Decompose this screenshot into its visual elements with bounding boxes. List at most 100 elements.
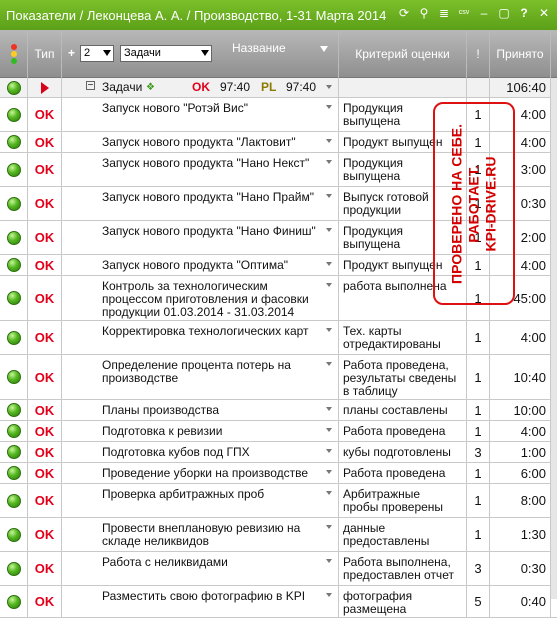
table-row[interactable]: OK Планы производства планы составлены 1 10:… bbox=[0, 400, 557, 421]
table-row[interactable]: OK Разместить свою фотографию в KPI фотогр… bbox=[0, 586, 557, 618]
chevron-down-icon[interactable] bbox=[326, 449, 332, 453]
row-accepted: 10:40 bbox=[490, 355, 551, 399]
row-name[interactable]: Подготовка к ревизии bbox=[102, 425, 324, 438]
collapse-icon[interactable]: − bbox=[86, 81, 95, 91]
row-type: OK bbox=[28, 463, 62, 483]
table-row[interactable]: OK Проверка арбитражных проб Арбитражные п… bbox=[0, 484, 557, 518]
row-name[interactable]: Запуск нового продукта "Нано Прайм" bbox=[102, 191, 324, 204]
chevron-down-icon[interactable] bbox=[326, 85, 332, 89]
chevron-down-icon[interactable] bbox=[326, 491, 332, 495]
status-dot-icon bbox=[6, 370, 21, 384]
chevron-down-icon[interactable] bbox=[326, 105, 332, 109]
filter-select-value: Задачи bbox=[124, 47, 161, 59]
table-row[interactable]: OK Определение процента потерь на произво… bbox=[0, 355, 557, 400]
chevron-down-icon[interactable] bbox=[326, 593, 332, 597]
chevron-down-icon[interactable] bbox=[326, 428, 332, 432]
row-name[interactable]: Корректировка технологических карт bbox=[102, 325, 324, 338]
row-name[interactable]: Провести внеплановую ревизию на складе н… bbox=[102, 522, 324, 548]
row-accepted: 0:40 bbox=[490, 586, 551, 617]
status-dot-icon bbox=[6, 107, 21, 122]
row-name[interactable]: Подготовка кубов под ГПХ bbox=[102, 446, 324, 459]
row-name[interactable]: Проверка арбитражных проб bbox=[102, 488, 324, 501]
titlebar-icons: ⟳ ⚲ ≣ csv – ▢ ? ✕ bbox=[397, 6, 551, 20]
table-row[interactable]: OK Корректировка технологических карт Тех.… bbox=[0, 321, 557, 355]
row-name[interactable]: Планы производства bbox=[102, 404, 324, 417]
list-icon[interactable]: ≣ bbox=[437, 6, 451, 20]
row-type: OK bbox=[28, 355, 62, 399]
group-ok-time: 97:40 bbox=[220, 80, 251, 94]
expand-plus-icon[interactable]: + bbox=[68, 46, 75, 60]
chevron-down-icon[interactable] bbox=[326, 160, 332, 164]
group-ok-label: OK bbox=[192, 80, 210, 94]
status-dot-icon bbox=[6, 162, 21, 177]
diamond-icon: ❖ bbox=[146, 82, 155, 93]
table-row[interactable]: OK Работа с неликвидами Работа выполнена, … bbox=[0, 552, 557, 586]
row-name[interactable]: Определение процента потерь на производс… bbox=[102, 359, 324, 385]
row-name[interactable]: Запуск нового продукта "Оптима" bbox=[102, 259, 324, 272]
filter-select[interactable]: Задачи bbox=[120, 45, 212, 62]
table-row[interactable]: OK Подготовка к ревизии Работа проведена 1 4… bbox=[0, 421, 557, 442]
chevron-down-icon[interactable] bbox=[326, 407, 332, 411]
level-select-value: 2 bbox=[84, 47, 91, 59]
row-name[interactable]: Работа с неликвидами bbox=[102, 556, 324, 569]
play-arrow-icon[interactable] bbox=[40, 81, 49, 94]
sort-arrow-icon[interactable] bbox=[320, 46, 328, 52]
table-row[interactable]: OK Проведение уборки на производстве Работ… bbox=[0, 463, 557, 484]
chevron-down-icon[interactable] bbox=[326, 283, 332, 287]
row-type: OK bbox=[28, 586, 62, 617]
row-criterion: кубы подготовлены bbox=[343, 446, 451, 459]
row-criterion: Работа выполнена, предоставлен отчет bbox=[343, 556, 454, 582]
column-type-header[interactable]: Тип bbox=[28, 30, 62, 78]
chevron-down-icon[interactable] bbox=[326, 194, 332, 198]
row-excl: 3 bbox=[467, 442, 490, 462]
row-type: OK bbox=[28, 400, 62, 420]
indicator-header[interactable] bbox=[0, 30, 28, 78]
chevron-down-icon[interactable] bbox=[326, 362, 332, 366]
row-name[interactable]: Разместить свою фотографию в KPI bbox=[102, 590, 324, 603]
row-name[interactable]: Запуск нового продукта "Лактовит" bbox=[102, 136, 324, 149]
group-row[interactable]: − Задачи ❖ OK 97:40 PL 97:40 106:40 bbox=[0, 78, 557, 98]
row-excl: 1 bbox=[467, 355, 490, 399]
status-dot-icon bbox=[6, 445, 21, 459]
row-accepted: 4:00 bbox=[490, 321, 551, 354]
column-name-header[interactable]: + 2 Задачи Название bbox=[62, 30, 339, 78]
chevron-down-icon[interactable] bbox=[326, 139, 332, 143]
column-accepted-header[interactable]: Принято bbox=[490, 30, 551, 78]
help-icon[interactable]: ? bbox=[517, 6, 531, 20]
row-name[interactable]: Запуск нового продукта "Нано Финиш" bbox=[102, 225, 324, 238]
row-name[interactable]: Проведение уборки на производстве bbox=[102, 467, 324, 480]
column-excl-header[interactable]: ! bbox=[467, 30, 490, 78]
row-type: OK bbox=[28, 321, 62, 354]
row-excl: 1 bbox=[467, 518, 490, 551]
refresh-icon[interactable]: ⟳ bbox=[397, 6, 411, 20]
minimize-icon[interactable]: – bbox=[477, 6, 491, 20]
maximize-icon[interactable]: ▢ bbox=[497, 6, 511, 20]
chevron-down-icon[interactable] bbox=[326, 328, 332, 332]
close-icon[interactable]: ✕ bbox=[537, 6, 551, 20]
status-dot-icon bbox=[6, 493, 21, 508]
chevron-down-icon[interactable] bbox=[326, 262, 332, 266]
status-dot-icon bbox=[6, 561, 21, 576]
chevron-down-icon[interactable] bbox=[326, 470, 332, 474]
csv-icon[interactable]: csv bbox=[457, 6, 471, 20]
row-name[interactable]: Контроль за технологическим процессом пр… bbox=[102, 280, 324, 319]
table-row[interactable]: OK Подготовка кубов под ГПХ кубы подготовл… bbox=[0, 442, 557, 463]
level-select[interactable]: 2 bbox=[80, 45, 114, 62]
group-pl-label: PL bbox=[261, 80, 277, 94]
chevron-down-icon[interactable] bbox=[326, 559, 332, 563]
row-accepted: 10:00 bbox=[490, 400, 551, 420]
row-criterion: Работа проведена, результаты сведены в т… bbox=[343, 359, 457, 398]
chevron-down-icon[interactable] bbox=[326, 228, 332, 232]
row-criterion: Арбитражные пробы проверены bbox=[343, 488, 444, 514]
row-name[interactable]: Запуск нового "Ротэй Вис" bbox=[102, 102, 324, 115]
search-icon[interactable]: ⚲ bbox=[417, 6, 431, 20]
row-name[interactable]: Запуск нового продукта "Нано Некст" bbox=[102, 157, 324, 170]
scrollbar[interactable] bbox=[551, 78, 557, 599]
row-criterion: данные предоставлены bbox=[343, 522, 430, 548]
row-type: OK bbox=[28, 484, 62, 517]
table-row[interactable]: OK Провести внеплановую ревизию на складе… bbox=[0, 518, 557, 552]
chevron-down-icon[interactable] bbox=[326, 525, 332, 529]
column-criterion-header[interactable]: Критерий оценки bbox=[339, 30, 467, 78]
row-accepted: 6:00 bbox=[490, 463, 551, 483]
row-accepted: 8:00 bbox=[490, 484, 551, 517]
